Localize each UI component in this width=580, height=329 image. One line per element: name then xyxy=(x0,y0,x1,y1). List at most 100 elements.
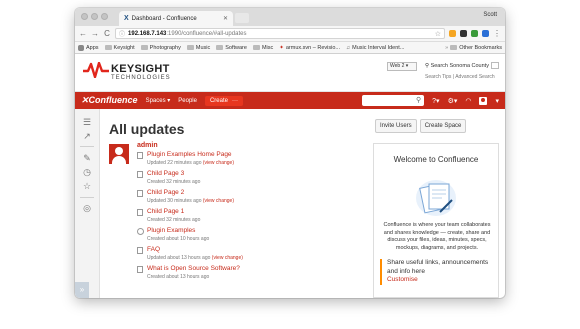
page-icon xyxy=(137,190,143,197)
help-icon[interactable]: ?▾ xyxy=(432,97,439,105)
bookmark-other[interactable]: » Other Bookmarks xyxy=(445,45,502,51)
bookmark-star-icon[interactable]: ☆ xyxy=(435,30,441,38)
keysight-sub: TECHNOLOGIES xyxy=(111,75,171,81)
extension-icon[interactable] xyxy=(449,30,456,37)
confluence-logo[interactable]: ✕Confluence xyxy=(81,95,138,106)
avatar[interactable] xyxy=(109,144,129,164)
site-search-label: Search Sonoma County xyxy=(430,62,489,69)
keysight-header: KEYSIGHT TECHNOLOGIES Web 2 ▾ ⚲ Search S… xyxy=(75,54,505,92)
menu-dots-icon[interactable]: ⋮ xyxy=(493,29,501,38)
view-change-link[interactable]: (view change) xyxy=(212,255,243,261)
url-host: 192.168.7.143 xyxy=(128,30,167,37)
page-icon xyxy=(137,247,143,254)
folder-icon xyxy=(252,45,260,50)
entry-meta: Created 32 minutes ago xyxy=(147,217,201,223)
page-link[interactable]: Child Page 2 xyxy=(147,189,184,196)
advanced-search-link[interactable]: Advanced Search xyxy=(455,74,494,80)
back-icon[interactable]: ← xyxy=(79,29,87,38)
site-search[interactable]: ⚲ Search Sonoma County xyxy=(425,62,499,69)
site-search-input[interactable] xyxy=(490,62,499,69)
keysight-logo-icon[interactable] xyxy=(83,62,109,78)
web-select[interactable]: Web 2 ▾ xyxy=(387,62,417,71)
new-tab-button[interactable] xyxy=(235,13,249,23)
main-content: ☰ ↗ ✎ ◷ ☆ ◎ » All updates admin Plugin E… xyxy=(75,109,505,298)
browser-window: X Dashboard - Confluence ✕ Scott ← → C ⓘ… xyxy=(75,8,505,298)
search-tips-link[interactable]: Search Tips xyxy=(425,74,451,80)
space-directory-icon[interactable]: ◎ xyxy=(81,203,93,213)
page-icon xyxy=(137,152,143,159)
view-change-link[interactable]: (view change) xyxy=(203,160,234,166)
address-bar: ← → C ⓘ 192.168.7.143 :1990/confluence/#… xyxy=(75,26,505,42)
extension-icon[interactable] xyxy=(471,30,478,37)
music-icon: ♫ xyxy=(345,44,351,51)
url-input[interactable]: ⓘ 192.168.7.143 :1990/confluence/#all-up… xyxy=(115,28,445,39)
folder-icon xyxy=(216,45,224,50)
bookmarks-bar: Apps Keysight Photography Music Software… xyxy=(75,42,505,54)
bookmark-apps[interactable]: Apps xyxy=(78,44,99,51)
page-link[interactable]: Plugin Examples xyxy=(147,227,195,234)
maximize-window-button[interactable] xyxy=(101,13,108,20)
confluence-tab-icon: X xyxy=(124,15,129,22)
welcome-description: Confluence is where your team collaborat… xyxy=(383,222,491,251)
view-change-link[interactable]: (view change) xyxy=(203,198,234,204)
apps-icon xyxy=(78,44,84,51)
folder-icon xyxy=(186,45,194,50)
svn-icon: ✦ xyxy=(279,44,284,51)
divider xyxy=(80,197,94,198)
bookmark-misc[interactable]: Misc xyxy=(252,45,273,51)
space-icon xyxy=(137,228,144,235)
header-search-input[interactable]: ⚲ xyxy=(362,95,425,106)
browser-tab[interactable]: X Dashboard - Confluence ✕ xyxy=(119,11,233,26)
bookmark-armux[interactable]: ✦ armux.svn – Revisio... xyxy=(279,45,340,51)
chevron-down-icon[interactable]: ▾ xyxy=(495,97,499,105)
profile-name[interactable]: Scott xyxy=(483,12,497,18)
page-link[interactable]: Plugin Examples Home Page xyxy=(147,151,232,158)
bookmark-music-interval[interactable]: ♫ Music Interval Ident... xyxy=(346,45,404,51)
bookmark-software[interactable]: Software xyxy=(216,45,247,51)
page-link[interactable]: FAQ xyxy=(147,246,160,253)
reload-icon[interactable]: C xyxy=(103,29,111,38)
documents-illustration-icon xyxy=(416,180,456,216)
keysight-name: KEYSIGHT xyxy=(111,63,170,75)
expand-sidebar-button[interactable]: » xyxy=(75,282,89,298)
user-name-link[interactable]: admin xyxy=(137,142,158,149)
url-path: :1990/confluence/#all-updates xyxy=(166,30,247,37)
spaces-menu[interactable]: Spaces ▾ xyxy=(146,97,171,104)
tab-title: Dashboard - Confluence xyxy=(131,15,197,22)
people-link[interactable]: People xyxy=(178,98,197,104)
edit-icon[interactable]: ✎ xyxy=(81,153,93,163)
clock-icon[interactable]: ◷ xyxy=(81,167,93,177)
bookmark-music[interactable]: Music xyxy=(186,45,210,51)
page-icon xyxy=(137,171,143,178)
bookmark-photography[interactable]: Photography xyxy=(140,45,181,51)
create-button[interactable]: Create ··· xyxy=(204,95,243,106)
customise-link[interactable]: Customise xyxy=(387,276,494,285)
folder-icon xyxy=(140,45,148,50)
page-icon xyxy=(137,266,143,273)
entry-meta: Created 32 minutes ago xyxy=(147,179,201,185)
forward-icon[interactable]: → xyxy=(91,29,99,38)
bookmark-keysight[interactable]: Keysight xyxy=(104,45,135,51)
minimize-window-button[interactable] xyxy=(91,13,98,20)
user-avatar-icon[interactable] xyxy=(479,96,488,105)
extension-icon[interactable] xyxy=(482,30,489,37)
welcome-panel: Welcome to Confluence Confluence is wher… xyxy=(373,143,499,298)
folder-icon xyxy=(104,45,112,50)
page-title: All updates xyxy=(109,121,185,137)
notifications-icon[interactable]: ◠ xyxy=(465,97,471,105)
extension-icon[interactable] xyxy=(460,30,467,37)
create-space-button[interactable]: Create Space xyxy=(419,119,467,133)
menu-icon[interactable]: ☰ xyxy=(81,117,93,127)
info-icon[interactable]: ⓘ xyxy=(119,29,125,38)
tab-close-icon[interactable]: ✕ xyxy=(223,15,228,22)
welcome-title: Welcome to Confluence xyxy=(393,155,479,164)
page-link[interactable]: Child Page 3 xyxy=(147,170,184,177)
activity-icon[interactable]: ↗ xyxy=(81,131,93,141)
invite-users-button[interactable]: Invite Users xyxy=(375,119,417,133)
star-icon[interactable]: ☆ xyxy=(81,181,93,191)
close-window-button[interactable] xyxy=(81,13,88,20)
page-link[interactable]: What is Open Source Software? xyxy=(147,265,240,272)
gear-icon[interactable]: ⚙▾ xyxy=(448,97,458,105)
page-link[interactable]: Child Page 1 xyxy=(147,208,184,215)
folder-icon xyxy=(450,45,458,50)
